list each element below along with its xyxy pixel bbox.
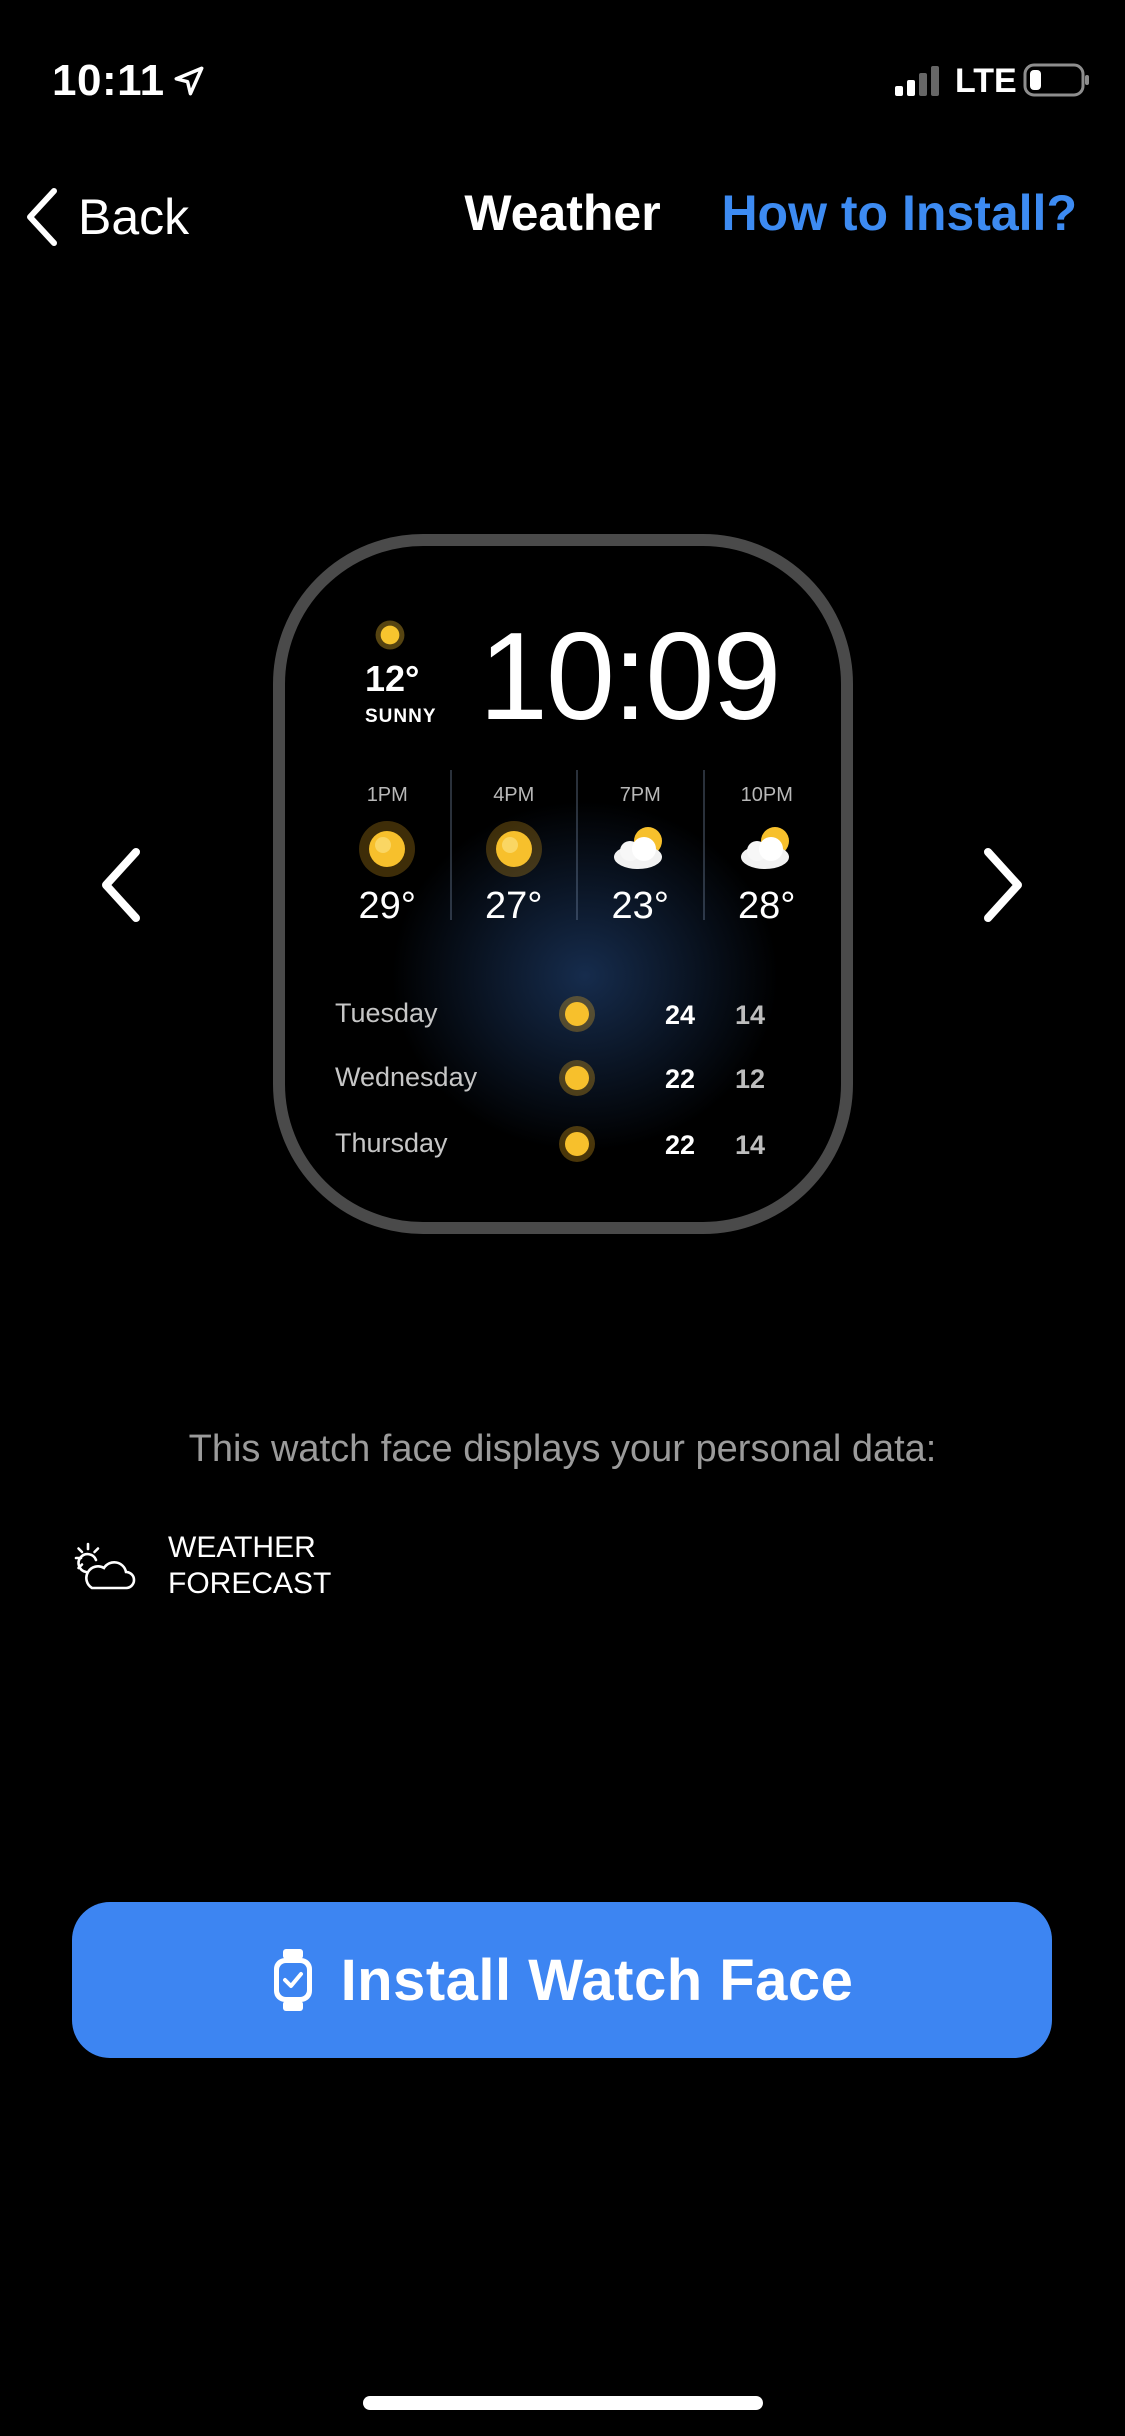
back-label: Back (78, 189, 190, 245)
sun-icon (559, 1060, 595, 1096)
watch-time: 10:09 (479, 608, 781, 746)
hour-label: 10PM (740, 784, 793, 806)
watch-face-preview: 12° SUNNY 10:09 1PM 29° 4PM 27° 7PM 23° … (273, 534, 853, 1234)
sun-icon (359, 821, 416, 877)
hourly-item: 4PM 27° (449, 770, 577, 927)
network-type: LTE (955, 62, 1017, 100)
previous-face-arrow-icon[interactable] (92, 840, 152, 930)
chevron-left-icon (27, 188, 57, 246)
how-to-install-link[interactable]: How to Install? (721, 184, 1077, 242)
watch-icon (273, 1949, 312, 2011)
hourly-item: 7PM 23° (576, 770, 703, 927)
hour-temperature: 23° (611, 885, 669, 927)
partly-cloudy-icon (740, 827, 789, 869)
sun-icon (375, 620, 405, 650)
current-condition: SUNNY (365, 706, 437, 727)
day-low: 14 (735, 1000, 766, 1030)
back-button[interactable]: Back (24, 182, 189, 252)
battery-icon (1023, 63, 1089, 97)
day-low: 12 (735, 1064, 766, 1094)
location-arrow-icon (174, 66, 204, 96)
hour-label: 7PM (619, 784, 661, 806)
partly-cloudy-icon (614, 827, 663, 869)
daily-forecast-row: Thursday 22 14 (335, 1124, 815, 1164)
sun-icon (559, 1126, 595, 1162)
day-high: 22 (665, 1130, 696, 1160)
hourly-item: 1PM 29° (325, 770, 450, 927)
hourly-forecast: 1PM 29° 4PM 27° 7PM 23° 10PM 28° (325, 770, 830, 927)
day-name: Tuesday (335, 998, 438, 1028)
hour-temperature: 27° (485, 885, 543, 927)
next-face-arrow-icon[interactable] (972, 840, 1032, 930)
hour-label: 1PM (366, 784, 408, 806)
signal-icon (895, 66, 939, 96)
personal-data-info: This watch face displays your personal d… (188, 1428, 937, 1470)
weather-cloud-sun-icon (74, 1542, 136, 1590)
day-name: Wednesday (335, 1062, 478, 1092)
home-indicator[interactable] (363, 2396, 763, 2410)
sun-icon (485, 821, 542, 877)
day-high: 22 (665, 1064, 696, 1094)
day-name: Thursday (335, 1128, 448, 1158)
daily-forecast-row: Tuesday 24 14 (335, 994, 815, 1034)
daily-forecast-row: Wednesday 22 12 (335, 1058, 815, 1098)
hour-temperature: 28° (738, 885, 796, 927)
status-time: 10:11 (52, 56, 165, 105)
install-button-label: Install Watch Face (340, 1947, 854, 2013)
sun-icon (559, 996, 595, 1032)
current-temperature: 12° (365, 658, 420, 699)
install-watch-face-button[interactable]: Install Watch Face (72, 1902, 1052, 2058)
weather-forecast-data-label: WEATHER FORECAST (168, 1531, 332, 1600)
day-low: 14 (735, 1130, 766, 1160)
hour-label: 4PM (493, 784, 535, 806)
day-high: 24 (665, 1000, 696, 1030)
hourly-item: 10PM 28° (702, 770, 830, 927)
hour-temperature: 29° (358, 885, 416, 927)
